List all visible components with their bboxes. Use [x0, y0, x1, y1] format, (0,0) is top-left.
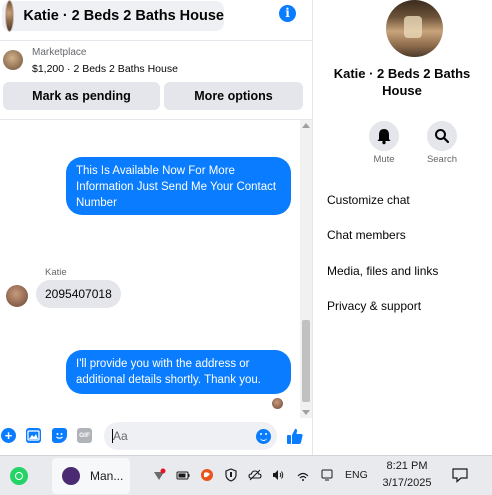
scroll-up-arrow-icon[interactable]	[302, 123, 310, 128]
taskbar: Man... ENG 8:21 PM 3/17/2025	[0, 455, 492, 495]
speaker-icon[interactable]	[271, 468, 285, 482]
menu-customize-chat[interactable]: Customize chat	[327, 193, 410, 207]
message-input-box[interactable]	[104, 422, 277, 450]
wifi-icon[interactable]	[296, 468, 310, 482]
notification-center-icon[interactable]	[451, 467, 469, 483]
gif-icon[interactable]: GIF	[77, 428, 92, 443]
whatsapp-icon[interactable]	[10, 467, 28, 485]
outgoing-message[interactable]: I'll provide you with the address or add…	[66, 350, 291, 394]
antivirus-icon[interactable]	[200, 468, 214, 482]
search-label: Search	[426, 154, 458, 165]
chat-header: Katie · 2 Beds 2 Baths House i	[0, 0, 313, 40]
photo-icon[interactable]	[26, 428, 41, 443]
menu-chat-members[interactable]: Chat members	[327, 228, 406, 242]
conversation-info-pane: Katie · 2 Beds 2 Baths House Mute Search…	[314, 0, 492, 455]
taskbar-app-button[interactable]: Man...	[52, 458, 130, 494]
clock-date[interactable]: 3/17/2025	[377, 477, 437, 489]
clock-time[interactable]: 8:21 PM	[377, 460, 437, 472]
sender-avatar[interactable]	[6, 285, 28, 307]
menu-media-files-links[interactable]: Media, files and links	[327, 264, 438, 278]
marketplace-banner: Marketplace $1,200 · 2 Beds 2 Baths Hous…	[0, 40, 313, 118]
outgoing-message[interactable]: This Is Available Now For More Informati…	[66, 157, 291, 215]
scroll-down-arrow-icon[interactable]	[302, 410, 310, 415]
mute-button[interactable]	[369, 121, 399, 151]
chat-pane: Katie · 2 Beds 2 Baths House i Marketpla…	[0, 0, 313, 455]
cloud-sync-icon[interactable]	[248, 468, 262, 482]
like-icon[interactable]	[286, 427, 304, 445]
mark-as-pending-button[interactable]: Mark as pending	[3, 82, 160, 110]
message-scrollbar[interactable]	[300, 120, 312, 418]
message-list: This Is Available Now For More Informati…	[0, 119, 313, 418]
info-icon[interactable]: i	[279, 5, 296, 22]
security-shield-icon[interactable]	[224, 468, 238, 482]
listing-thumbnail[interactable]	[3, 50, 23, 70]
emoji-icon[interactable]	[256, 429, 271, 444]
read-receipt-avatar	[272, 398, 283, 409]
incoming-message[interactable]: 2095407018	[36, 280, 121, 308]
plus-icon[interactable]: +	[1, 428, 16, 443]
more-options-button[interactable]: More options	[164, 82, 303, 110]
app-icon	[62, 467, 80, 485]
conversation-title: Katie · 2 Beds 2 Baths House	[23, 8, 224, 24]
marketplace-label: Marketplace	[32, 47, 87, 58]
conversation-avatar	[5, 0, 15, 32]
bell-icon	[377, 129, 391, 145]
listing-description[interactable]: $1,200 · 2 Beds 2 Baths House	[32, 63, 178, 75]
sender-name: Katie	[45, 267, 67, 278]
message-input[interactable]	[113, 422, 253, 450]
message-composer: + GIF	[0, 418, 313, 455]
scrollbar-thumb[interactable]	[302, 320, 310, 402]
conversation-title-button[interactable]: Katie · 2 Beds 2 Baths House	[2, 0, 224, 32]
display-icon[interactable]	[320, 468, 334, 482]
language-indicator[interactable]: ENG	[345, 469, 368, 481]
sticker-icon[interactable]	[52, 428, 67, 443]
notification-alert-icon[interactable]	[152, 468, 166, 482]
battery-icon[interactable]	[176, 468, 190, 482]
screen: Katie · 2 Beds 2 Baths House i Marketpla…	[0, 0, 492, 495]
profile-name: Katie · 2 Beds 2 Baths House	[333, 66, 471, 98]
mute-label: Mute	[373, 154, 395, 165]
taskbar-app-label: Man...	[90, 469, 124, 483]
search-button[interactable]	[427, 121, 457, 151]
menu-privacy-support[interactable]: Privacy & support	[327, 299, 421, 313]
profile-avatar[interactable]	[386, 0, 443, 57]
search-icon	[435, 129, 450, 144]
